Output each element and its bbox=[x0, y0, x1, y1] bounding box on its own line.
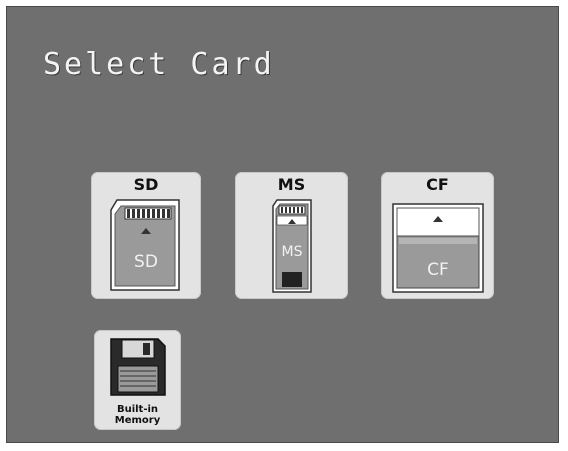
memory-stick-icon: MS bbox=[271, 198, 313, 294]
floppy-disk-icon bbox=[108, 336, 168, 398]
ms-card-label: MS bbox=[277, 175, 306, 194]
ms-card-text: MS bbox=[281, 244, 303, 260]
cf-card-label: CF bbox=[426, 175, 449, 194]
builtin-memory-tile[interactable]: Built-in Memory bbox=[94, 330, 181, 430]
builtin-memory-label-line2: Memory bbox=[114, 415, 161, 426]
select-card-screen: Select Card SD SD MS MS CF CF Built-in M… bbox=[6, 6, 559, 443]
sd-card-label: SD bbox=[133, 175, 159, 194]
ms-card-tile[interactable]: MS MS bbox=[235, 172, 348, 299]
sd-card-icon: SD bbox=[109, 198, 183, 292]
compactflash-card-icon: CF bbox=[391, 202, 485, 294]
page-title: Select Card bbox=[43, 47, 275, 82]
builtin-memory-label: Built-in Memory bbox=[94, 404, 181, 426]
sd-card-tile[interactable]: SD SD bbox=[91, 172, 201, 299]
sd-card-text: SD bbox=[134, 252, 158, 272]
builtin-memory-label-line1: Built-in bbox=[116, 404, 159, 415]
cf-card-tile[interactable]: CF CF bbox=[381, 172, 494, 299]
cf-card-text: CF bbox=[427, 260, 449, 280]
